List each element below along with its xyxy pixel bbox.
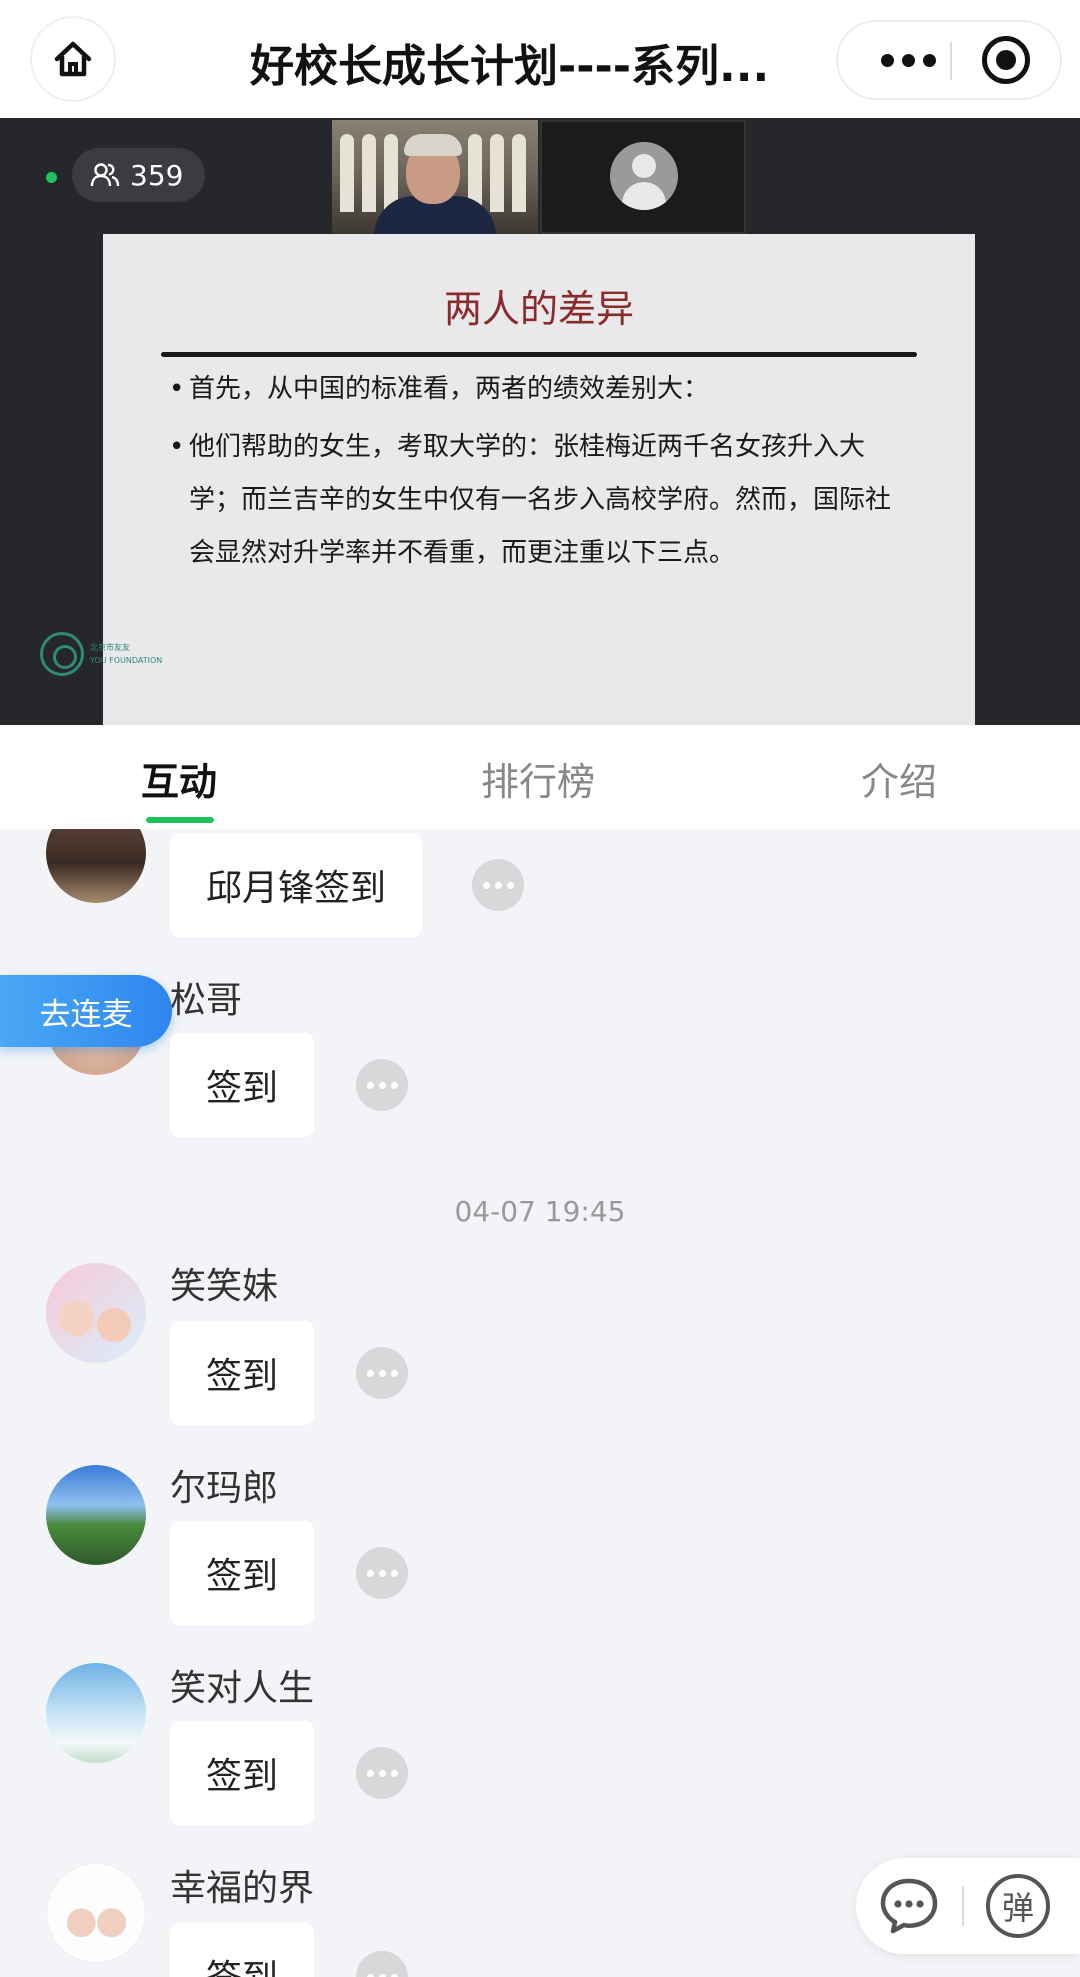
more-icon[interactable]	[356, 1547, 408, 1599]
tab-leaderboard[interactable]: 排行榜	[481, 751, 595, 806]
more-icon[interactable]	[356, 1747, 408, 1799]
home-button[interactable]	[32, 18, 114, 100]
capsule-divider	[950, 42, 952, 80]
user-avatar[interactable]	[46, 1663, 146, 1763]
live-status-dot	[46, 172, 57, 183]
tab-introduction[interactable]: 介绍	[861, 751, 937, 806]
user-avatar[interactable]	[46, 829, 146, 903]
user-nickname: 尔玛郎	[170, 1468, 279, 1509]
tab-bar: 互动 排行榜 介绍	[0, 725, 1080, 829]
more-icon	[880, 53, 936, 67]
guest-camera[interactable]	[540, 120, 746, 234]
more-icon[interactable]	[472, 859, 524, 911]
slide-title: 两人的差异	[443, 287, 634, 331]
slide-bullet: • 他们帮助的女生，考取大学的：张桂梅近两千名女孩升入大学；而兰吉辛的女生中仅有…	[169, 432, 892, 568]
user-nickname: 幸福的界	[170, 1868, 315, 1909]
viewer-count: 359	[130, 158, 184, 192]
home-icon	[54, 41, 92, 77]
tab-interaction[interactable]: 互动	[141, 751, 217, 806]
live-video-area[interactable]: 359 两人的差异 • 首先，从中国的标准看，两者的绩效差别大： • 他们帮助的…	[0, 118, 1080, 725]
viewer-count-badge: 359	[72, 148, 206, 202]
user-avatar[interactable]	[46, 1465, 146, 1565]
chat-timestamp: 04-07 19:45	[454, 1195, 626, 1228]
more-icon[interactable]	[356, 1951, 408, 1977]
speaker-camera[interactable]	[332, 120, 538, 234]
message-bubble[interactable]: 签到	[170, 1033, 315, 1137]
comment-toolbar: 弹	[856, 1858, 1080, 1954]
more-icon[interactable]	[356, 1347, 408, 1399]
slide-divider	[161, 352, 917, 357]
message-bubble[interactable]: 签到	[170, 1321, 315, 1425]
users-icon	[90, 163, 120, 187]
flower-logo-icon	[40, 632, 84, 676]
tab-active-indicator	[146, 817, 214, 823]
mini-program-capsule	[836, 20, 1062, 100]
chat-bubble-icon[interactable]	[878, 1874, 940, 1936]
presentation-slide: 两人的差异 • 首先，从中国的标准看，两者的绩效差别大： • 他们帮助的女生，考…	[103, 234, 975, 725]
user-nickname: 松哥	[170, 980, 243, 1021]
top-nav-bar: 好校长成长计划----系列...	[0, 0, 1080, 118]
message-bubble[interactable]: 签到	[170, 1721, 315, 1825]
danmaku-toggle-button[interactable]: 弹	[986, 1874, 1050, 1938]
slide-bullet: • 首先，从中国的标准看，两者的绩效差别大：	[169, 374, 710, 404]
more-button[interactable]	[868, 22, 948, 98]
target-icon[interactable]	[982, 36, 1030, 84]
page-title: 好校长成长计划----系列...	[250, 41, 770, 92]
user-nickname: 笑笑妹	[170, 1266, 279, 1307]
foundation-logo: 北京市友友 YOU FOUNDATION	[40, 630, 162, 678]
user-avatar[interactable]	[46, 1863, 146, 1963]
toolbar-divider	[962, 1886, 964, 1926]
user-avatar[interactable]	[46, 1263, 146, 1363]
default-avatar-icon	[610, 142, 678, 210]
message-bubble[interactable]: 签到	[170, 1521, 315, 1625]
message-bubble[interactable]: 邱月锋签到	[170, 833, 423, 937]
message-bubble[interactable]: 签到	[170, 1923, 315, 1977]
join-mic-button[interactable]: 去连麦	[0, 975, 172, 1047]
user-nickname: 笑对人生	[170, 1668, 315, 1709]
more-icon[interactable]	[356, 1059, 408, 1111]
